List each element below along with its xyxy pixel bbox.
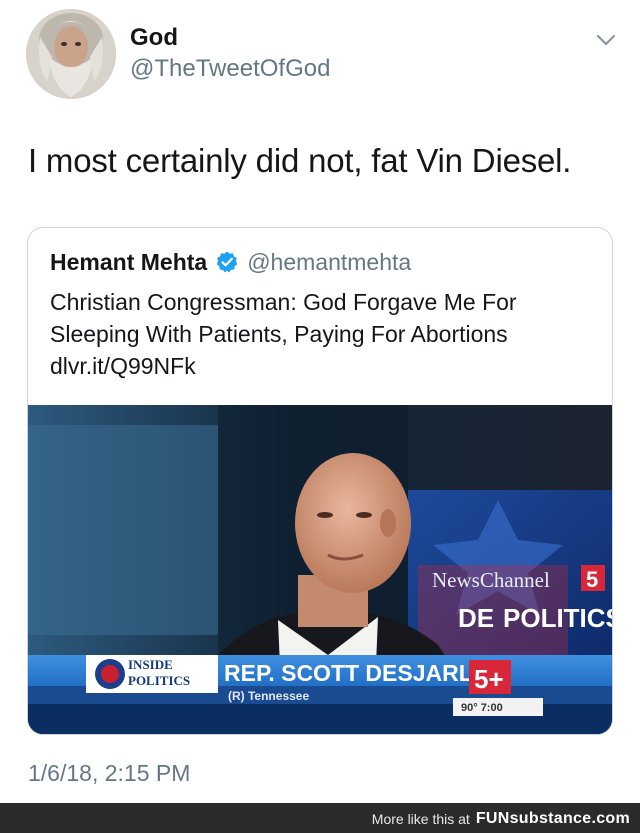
show-name-line-2: POLITICS — [128, 673, 190, 688]
segment-label: POLITICS — [503, 603, 613, 633]
author-name[interactable]: God — [130, 24, 178, 52]
segment-partial: DE — [458, 603, 494, 633]
chevron-down-icon[interactable] — [594, 28, 618, 52]
news-broadcast-still: NewsChannel 5 DE POLITICS INSIDE POLITIC… — [28, 405, 613, 734]
tweet-card: God @TheTweetOfGod I most certainly did … — [0, 0, 640, 803]
quoted-tweet-image[interactable]: NewsChannel 5 DE POLITICS INSIDE POLITIC… — [28, 405, 613, 734]
lower-third-name: REP. SCOTT DESJARLAIS — [224, 660, 511, 686]
bearded-man-avatar-icon — [26, 9, 116, 99]
show-name-line-1: INSIDE — [128, 657, 173, 672]
corner-logo: 5+ — [474, 664, 504, 694]
author-handle[interactable]: @TheTweetOfGod — [130, 55, 330, 83]
author-avatar[interactable] — [26, 9, 116, 99]
quoted-tweet-card[interactable]: Hemant Mehta @hemantmehta Christian Cong… — [27, 227, 613, 735]
tweet-text: I most certainly did not, fat Vin Diesel… — [28, 142, 572, 179]
network-label: NewsChannel — [432, 568, 550, 592]
footer-brand[interactable]: FUNsubstance.com — [476, 810, 630, 828]
footer-text: More like this at — [371, 811, 470, 827]
quoted-tweet-header: Hemant Mehta @hemantmehta — [50, 247, 411, 277]
quoted-text-line-2: Sleeping With Patients, Paying For Abort… — [50, 321, 508, 347]
weather-time: 90° 7:00 — [461, 702, 503, 714]
watermark-footer: More like this at FUNsubstance.com — [0, 803, 640, 833]
network-number: 5 — [586, 567, 598, 592]
quoted-tweet-text: Christian Congressman: God Forgave Me Fo… — [50, 286, 600, 382]
lower-third-subtitle: (R) Tennessee — [228, 689, 309, 703]
quoted-tweet-link[interactable]: dlvr.it/Q99NFk — [50, 350, 600, 382]
quoted-text-line-1: Christian Congressman: God Forgave Me Fo… — [50, 289, 517, 315]
quoted-author-name[interactable]: Hemant Mehta — [50, 249, 207, 276]
verified-badge-icon — [216, 251, 238, 273]
quoted-author-handle[interactable]: @hemantmehta — [247, 249, 411, 276]
tweet-timestamp[interactable]: 1/6/18, 2:15 PM — [28, 760, 190, 787]
